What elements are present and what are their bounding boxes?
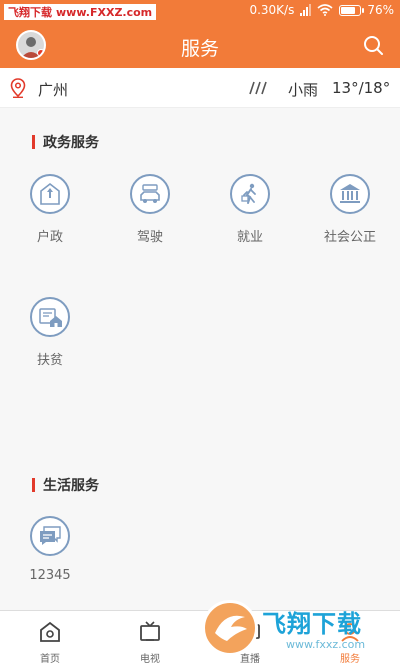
nav-item-service[interactable]: 服务	[300, 611, 400, 667]
service-label: 扶贫	[36, 353, 63, 368]
service-icon-circle	[130, 174, 170, 214]
nav-label: 首页	[40, 654, 60, 665]
service-12345-hotline[interactable]: 12345	[10, 516, 90, 583]
location-city: 广州	[38, 81, 69, 99]
location-pin-icon	[10, 78, 26, 98]
service-label: 就业	[236, 230, 263, 245]
service-icon-circle	[330, 174, 370, 214]
section-title-label: 生活服务	[43, 478, 99, 494]
nav-label: 直播	[240, 654, 260, 665]
live-icon	[240, 624, 260, 639]
service-icon-circle	[30, 516, 70, 556]
service-icon-circle	[30, 174, 70, 214]
network-speed: 0.30K/s	[249, 3, 295, 17]
section-marker	[32, 478, 35, 492]
service-label: 社会公正	[323, 230, 376, 245]
weather-description: 小雨	[288, 81, 319, 99]
household-icon	[40, 182, 60, 205]
rain-icon	[249, 81, 267, 95]
service-label: 驾驶	[136, 230, 163, 245]
watermark-tag-site-name: 飞翔下载	[8, 6, 52, 19]
watermark-tag-url: www.FXXZ.com	[56, 5, 153, 19]
section-title-government: 政务服务	[32, 132, 99, 152]
page-title: 服务	[180, 38, 219, 60]
service-label: 户政	[36, 230, 63, 245]
bottom-nav: 首页 电视 直播 服务	[0, 610, 400, 667]
section-title-life: 生活服务	[32, 475, 99, 495]
weather-bar[interactable]: 广州 小雨 13°/18°	[0, 68, 400, 108]
employment-icon	[241, 183, 256, 204]
nav-item-live[interactable]: 直播	[200, 611, 300, 667]
cellular-signal-icon	[300, 4, 312, 16]
search-icon[interactable]	[360, 32, 388, 60]
service-icon	[341, 623, 359, 642]
service-poverty-relief[interactable]: 扶贫	[10, 297, 90, 368]
service-social-justice[interactable]: 社会公正	[310, 174, 390, 245]
home-icon	[40, 621, 60, 642]
temperature-range: 13°/18°	[332, 79, 391, 97]
service-employment[interactable]: 就业	[210, 174, 290, 245]
nav-label: 服务	[340, 654, 360, 665]
service-label: 12345	[29, 568, 71, 583]
service-icon-circle	[30, 297, 70, 337]
courthouse-icon	[340, 184, 360, 203]
service-driving[interactable]: 驾驶	[110, 174, 190, 245]
poverty-relief-icon	[39, 308, 62, 327]
status-indicators: 0.30K/s 76%	[249, 3, 394, 17]
battery-icon	[339, 4, 365, 16]
app-header: 服务	[0, 24, 400, 68]
nav-item-home[interactable]: 首页	[0, 611, 100, 667]
section-title-label: 政务服务	[43, 135, 99, 151]
section-marker	[32, 135, 35, 149]
watermark-tag: 飞翔下载 www.FXXZ.com	[4, 4, 157, 20]
car-icon	[140, 184, 160, 203]
status-bar: 飞翔下载 www.FXXZ.com 0.30K/s 76%	[0, 0, 400, 24]
battery-level: 76%	[367, 3, 394, 17]
service-household[interactable]: 户政	[10, 174, 90, 245]
tv-icon	[140, 621, 160, 641]
nav-label: 电视	[140, 654, 160, 665]
wifi-icon	[317, 4, 333, 16]
nav-item-tv[interactable]: 电视	[100, 611, 200, 667]
chat-icon	[40, 526, 61, 545]
service-icon-circle	[230, 174, 270, 214]
